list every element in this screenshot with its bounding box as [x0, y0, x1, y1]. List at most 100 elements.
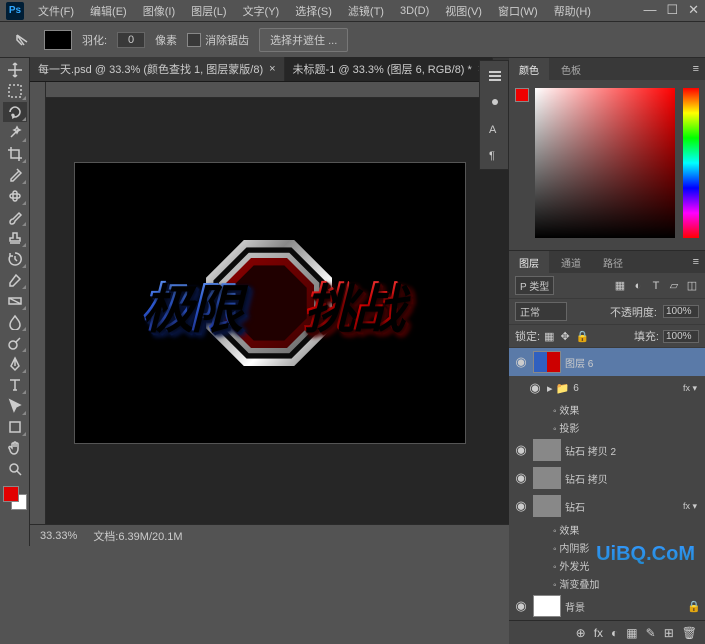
visibility-toggle[interactable]: ◉ [513, 470, 529, 486]
fx-badge[interactable]: fx ▾ [683, 383, 701, 394]
layer-name[interactable]: 图层 6 [565, 355, 701, 370]
layer-name[interactable]: 背景 [565, 599, 683, 614]
shape-tool[interactable] [3, 417, 27, 437]
color-field[interactable] [535, 88, 675, 238]
visibility-toggle[interactable]: ◉ [513, 498, 529, 514]
layer-row[interactable]: ◉ ▸ 📁 6 fx ▾ [509, 376, 705, 400]
adjustment-layer-icon[interactable]: ▦ [626, 626, 637, 640]
eyedropper-tool[interactable] [3, 165, 27, 185]
filter-pixel-icon[interactable]: ▦ [613, 279, 627, 293]
menu-image[interactable]: 图像(I) [137, 1, 181, 21]
layer-name[interactable]: 钻石 拷贝 2 [565, 443, 701, 458]
paths-tab[interactable]: 路径 [593, 251, 633, 274]
menu-help[interactable]: 帮助(H) [548, 1, 597, 21]
menu-file[interactable]: 文件(F) [32, 1, 80, 21]
gradient-tool[interactable] [3, 291, 27, 311]
filter-adjust-icon[interactable]: ◐ [631, 279, 645, 293]
color-picker[interactable] [509, 80, 705, 250]
doc-tab-0[interactable]: 每一天.psd @ 33.3% (颜色查找 1, 图层蒙版/8)× [30, 57, 285, 81]
foreground-color[interactable] [3, 486, 19, 502]
blend-mode-select[interactable]: 正常 [515, 302, 567, 321]
dodge-tool[interactable] [3, 333, 27, 353]
panel-menu-icon[interactable]: ≡ [687, 256, 705, 268]
menu-edit[interactable]: 编辑(E) [84, 1, 133, 21]
zoom-tool[interactable] [3, 459, 27, 479]
filter-smart-icon[interactable]: ◫ [685, 279, 699, 293]
hand-tool[interactable] [3, 438, 27, 458]
doc-info[interactable]: 文档:6.39M/20.1M [93, 528, 182, 544]
menu-filter[interactable]: 滤镜(T) [342, 1, 390, 21]
filter-shape-icon[interactable]: ▱ [667, 279, 681, 293]
layer-thumbnail[interactable] [533, 351, 561, 373]
layer-effect-item[interactable]: ◦ 投影 [509, 418, 705, 436]
layer-effect-item[interactable]: ◦ 效果 [509, 520, 705, 538]
color-tab[interactable]: 颜色 [509, 58, 549, 81]
layer-effect-item[interactable]: ◦ 效果 [509, 400, 705, 418]
link-layers-icon[interactable]: ⊕ [576, 626, 586, 640]
channels-tab[interactable]: 通道 [551, 251, 591, 274]
zoom-level[interactable]: 33.33% [40, 530, 77, 542]
folder-icon[interactable]: ▸ 📁 [547, 382, 569, 395]
blur-tool[interactable] [3, 312, 27, 332]
tab-close-icon[interactable]: × [269, 63, 275, 75]
menu-type[interactable]: 文字(Y) [237, 1, 286, 21]
pen-tool[interactable] [3, 354, 27, 374]
canvas-viewport[interactable]: 极 限 挑 战 [30, 82, 509, 524]
visibility-toggle[interactable]: ◉ [513, 442, 529, 458]
layer-name[interactable]: 6 [573, 383, 679, 394]
eraser-tool[interactable] [3, 270, 27, 290]
visibility-toggle[interactable]: ◉ [513, 354, 529, 370]
layer-fx-icon[interactable]: fx [594, 626, 603, 640]
properties-panel-icon[interactable] [484, 91, 506, 113]
lasso-tool[interactable] [3, 102, 27, 122]
lock-pixels-icon[interactable]: ▦ [544, 330, 554, 343]
character-panel-icon[interactable]: A [484, 117, 506, 139]
layer-thumbnail[interactable] [533, 595, 561, 617]
filter-type-icon[interactable]: T [649, 279, 663, 293]
magic-wand-tool[interactable] [3, 123, 27, 143]
menu-select[interactable]: 选择(S) [289, 1, 338, 21]
color-preview-swatch[interactable] [515, 88, 529, 102]
layers-tab[interactable]: 图层 [509, 251, 549, 274]
delete-layer-icon[interactable]: 🗑 [682, 626, 697, 640]
layer-row[interactable]: ◉ 钻石 拷贝 2 [509, 436, 705, 464]
layer-name[interactable]: 钻石 拷贝 [565, 471, 701, 486]
current-tool-icon[interactable] [10, 30, 34, 50]
group-icon[interactable]: ✎ [646, 626, 656, 640]
brush-tool[interactable] [3, 207, 27, 227]
healing-tool[interactable] [3, 186, 27, 206]
marquee-tool[interactable] [3, 81, 27, 101]
hue-slider[interactable] [683, 88, 699, 238]
menu-3d[interactable]: 3D(D) [394, 3, 435, 19]
antialias-checkbox[interactable]: 消除锯齿 [187, 32, 249, 48]
layer-row[interactable]: ◉背景🔒 [509, 592, 705, 620]
visibility-toggle[interactable]: ◉ [527, 380, 543, 396]
selection-mode-swatch[interactable] [44, 30, 72, 50]
layer-mask-icon[interactable]: ◐ [611, 626, 618, 640]
history-panel-icon[interactable] [484, 65, 506, 87]
layer-name[interactable]: 钻石 [565, 499, 679, 514]
lock-position-icon[interactable]: ✥ [560, 330, 569, 343]
visibility-toggle[interactable]: ◉ [513, 598, 529, 614]
swatches-tab[interactable]: 色板 [551, 58, 591, 81]
close-button[interactable]: ✕ [688, 2, 699, 18]
minimize-button[interactable]: — [643, 2, 656, 18]
path-select-tool[interactable] [3, 396, 27, 416]
fx-badge[interactable]: fx ▾ [683, 501, 701, 512]
doc-tab-1[interactable]: 未标题-1 @ 33.3% (图层 6, RGB/8) *× [285, 57, 494, 81]
new-layer-icon[interactable]: ⊞ [664, 626, 674, 640]
layer-row[interactable]: ◉ 图层 6 [509, 348, 705, 376]
layer-thumbnail[interactable] [533, 495, 561, 517]
feather-input[interactable]: 0 [117, 32, 145, 48]
menu-layer[interactable]: 图层(L) [185, 1, 232, 21]
layer-row[interactable]: ◉ 钻石 fx ▾ [509, 492, 705, 520]
opacity-input[interactable]: 100% [663, 305, 699, 318]
ruler-vertical[interactable] [30, 82, 46, 524]
layer-row[interactable]: ◉ 钻石 拷贝 [509, 464, 705, 492]
paragraph-panel-icon[interactable]: ¶ [484, 143, 506, 165]
type-tool[interactable] [3, 375, 27, 395]
lock-all-icon[interactable]: 🔒 [576, 330, 590, 343]
maximize-button[interactable]: ☐ [666, 2, 678, 18]
color-swatches[interactable] [3, 486, 27, 510]
fill-input[interactable]: 100% [663, 330, 699, 343]
